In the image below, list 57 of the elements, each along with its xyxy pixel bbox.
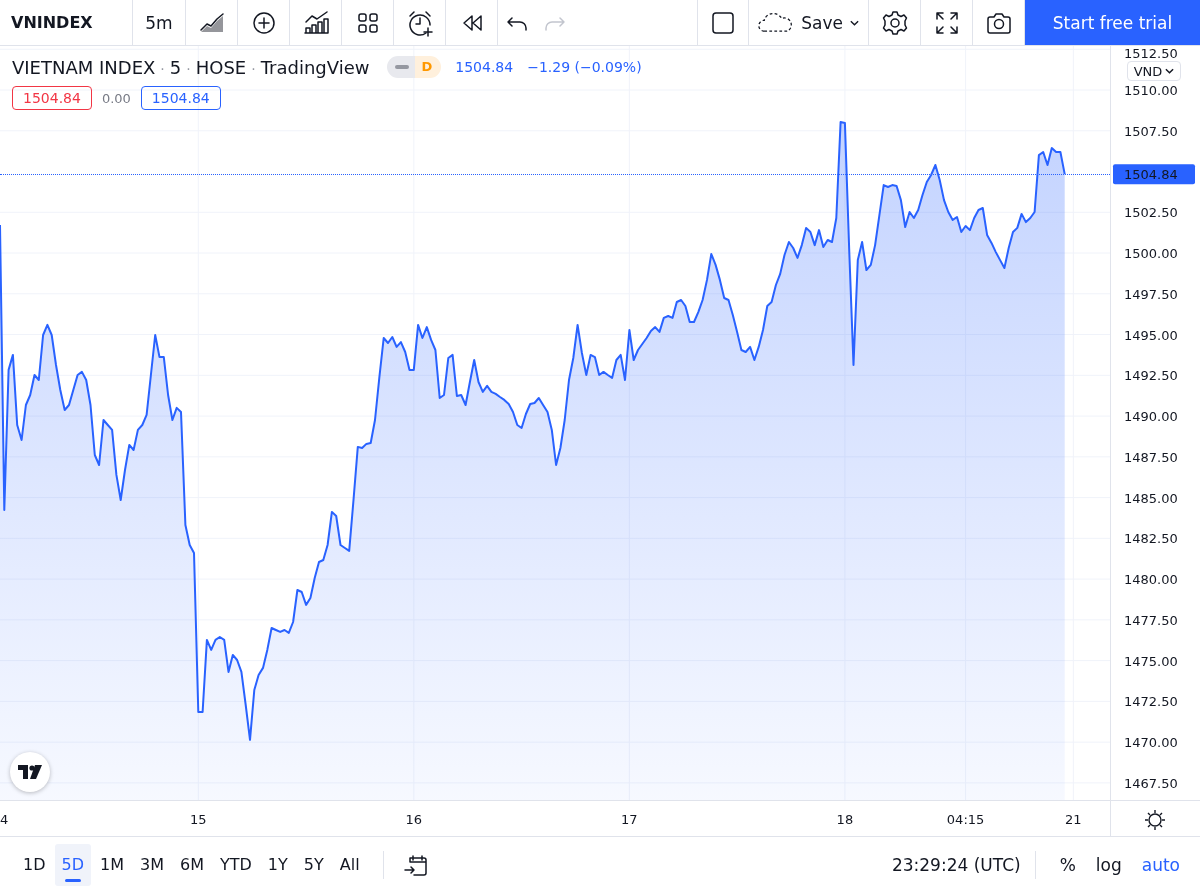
time-label: 04:15: [946, 812, 985, 827]
price-label: 1510.00: [1124, 83, 1178, 98]
start-trial-button[interactable]: Start free trial: [1025, 0, 1200, 45]
time-label: 18: [836, 812, 854, 827]
save-button[interactable]: Save: [749, 0, 869, 45]
time-label: 15: [190, 812, 207, 827]
range-tab[interactable]: 1Y: [260, 843, 295, 886]
price-label: 1492.50: [1124, 368, 1178, 384]
time-label: 21: [1065, 812, 1082, 827]
price-label: 1482.50: [1124, 531, 1178, 547]
currency-dropdown[interactable]: VND: [1127, 61, 1181, 81]
price-label: 1480.00: [1124, 572, 1178, 588]
price-value: 0.00: [101, 90, 131, 106]
price-label: 1500.00: [1124, 246, 1178, 262]
price-label: 1470.00: [1124, 735, 1178, 751]
time-label: 16: [405, 812, 423, 827]
caret-icon: [1165, 68, 1175, 74]
price-label: 1472.50: [1124, 694, 1178, 710]
price-label: 1497.50: [1124, 286, 1178, 302]
interval-button[interactable]: 5m: [133, 0, 186, 45]
range-tab[interactable]: 6M: [172, 843, 211, 886]
price-label: 1487.50: [1124, 449, 1178, 465]
clock-time: 23:29:24 (UTC): [891, 854, 1021, 875]
drawing-button[interactable]: [697, 0, 749, 45]
scale-toggle[interactable]: %: [1049, 854, 1086, 875]
price-label: 1512.50: [1124, 46, 1178, 61]
delay-badge: D: [415, 56, 442, 78]
symbol-button[interactable]: VNINDEX: [0, 0, 133, 45]
price-label: 1477.50: [1124, 612, 1178, 628]
caret-icon: [849, 18, 860, 27]
settings-icon: [880, 8, 909, 37]
scale-toggle[interactable]: log: [1085, 854, 1132, 875]
price-label: 1495.00: [1124, 327, 1178, 343]
range-tab[interactable]: YTD: [212, 843, 259, 886]
range-tab[interactable]: 3M: [133, 843, 171, 886]
scale-toggle[interactable]: auto: [1131, 854, 1190, 875]
price-label: 1490.00: [1124, 409, 1178, 425]
sun-icon[interactable]: [1144, 809, 1166, 831]
last-price: 1504.84: [455, 59, 514, 75]
legend-title: VIETNAM INDEX · 5 · HOSE · TradingView: [12, 56, 370, 78]
last-price-label: 1504.84: [1113, 164, 1195, 185]
price-value: 1504.84: [12, 86, 92, 110]
time-label: 4: [0, 812, 9, 827]
price-value: 1504.84: [140, 86, 221, 110]
price-label: 1475.00: [1124, 653, 1178, 669]
price-label: 1507.50: [1124, 123, 1178, 139]
price-label: 1502.50: [1124, 205, 1178, 221]
range-tab[interactable]: 5Y: [296, 843, 331, 886]
range-tab[interactable]: 5D: [54, 843, 91, 886]
time-label: 17: [621, 812, 638, 827]
range-tab[interactable]: 1D: [16, 843, 53, 886]
price-change: −1.29 (−0.09%): [527, 59, 642, 75]
price-label: 1467.50: [1124, 775, 1178, 791]
range-tab[interactable]: 1M: [93, 843, 131, 886]
bar-chart-icon: [301, 8, 330, 37]
price-label: 1485.00: [1124, 490, 1178, 506]
range-tab[interactable]: All: [332, 843, 367, 886]
